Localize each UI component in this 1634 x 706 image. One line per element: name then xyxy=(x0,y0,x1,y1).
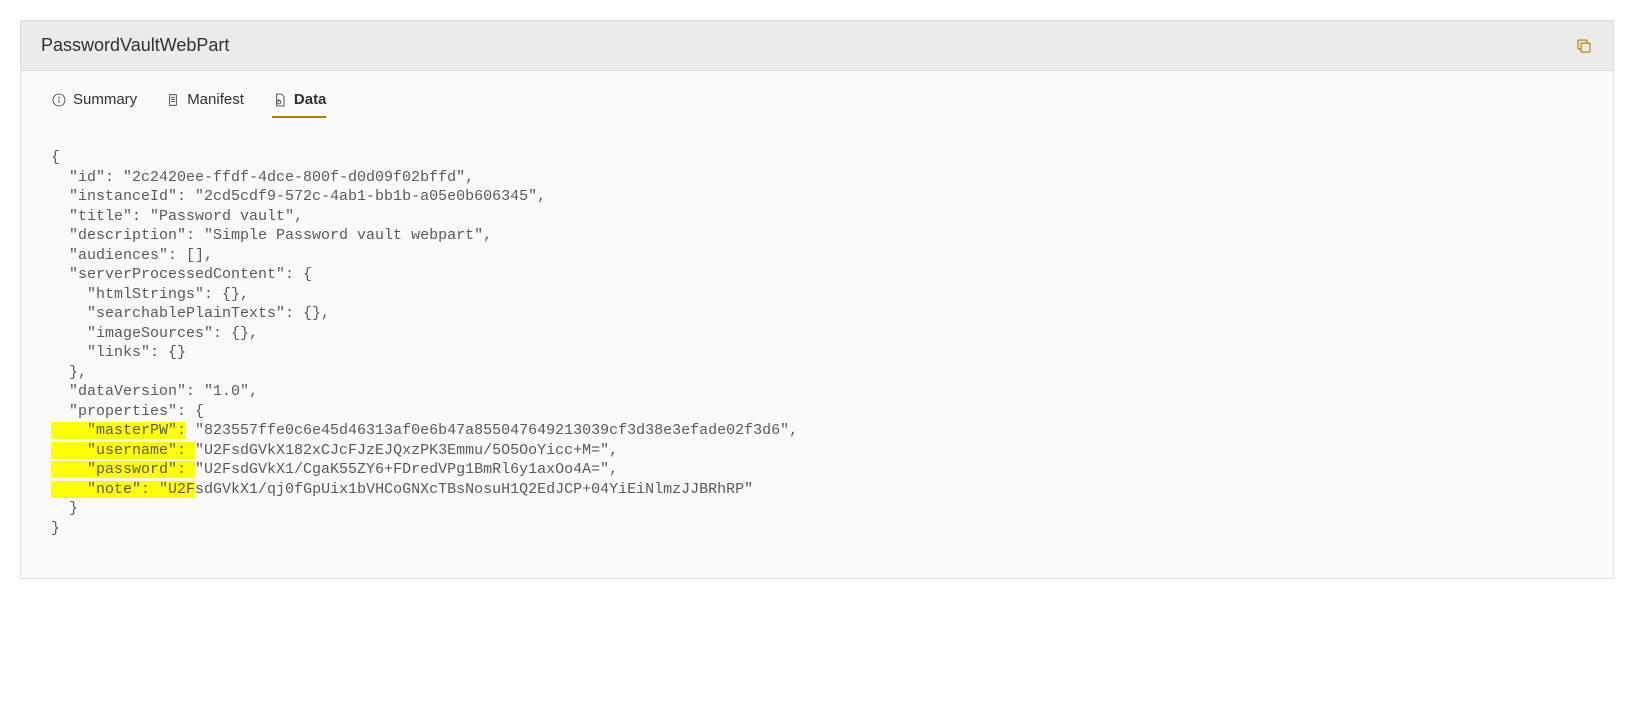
tab-summary-label: Summary xyxy=(73,91,137,108)
info-icon xyxy=(51,92,67,108)
data-icon xyxy=(272,92,288,108)
manifest-icon xyxy=(165,92,181,108)
webpart-panel: PasswordVaultWebPart Summary Manifest D xyxy=(20,20,1614,579)
tab-manifest[interactable]: Manifest xyxy=(165,91,244,118)
tab-data-label: Data xyxy=(294,91,327,108)
highlight-note: "note": xyxy=(51,481,159,498)
tab-summary[interactable]: Summary xyxy=(51,91,137,118)
copy-icon[interactable] xyxy=(1575,37,1593,55)
highlight-masterpw: "masterPW": xyxy=(51,422,186,439)
json-code-block: { "id": "2c2420ee-ffdf-4dce-800f-d0d09f0… xyxy=(21,118,1613,578)
tab-data[interactable]: Data xyxy=(272,91,327,118)
highlight-password: "password": xyxy=(51,461,195,478)
panel-title: PasswordVaultWebPart xyxy=(41,35,229,56)
tab-manifest-label: Manifest xyxy=(187,91,244,108)
highlight-username: "username": xyxy=(51,442,195,459)
tab-bar: Summary Manifest Data xyxy=(21,71,1613,118)
panel-header: PasswordVaultWebPart xyxy=(21,21,1613,71)
